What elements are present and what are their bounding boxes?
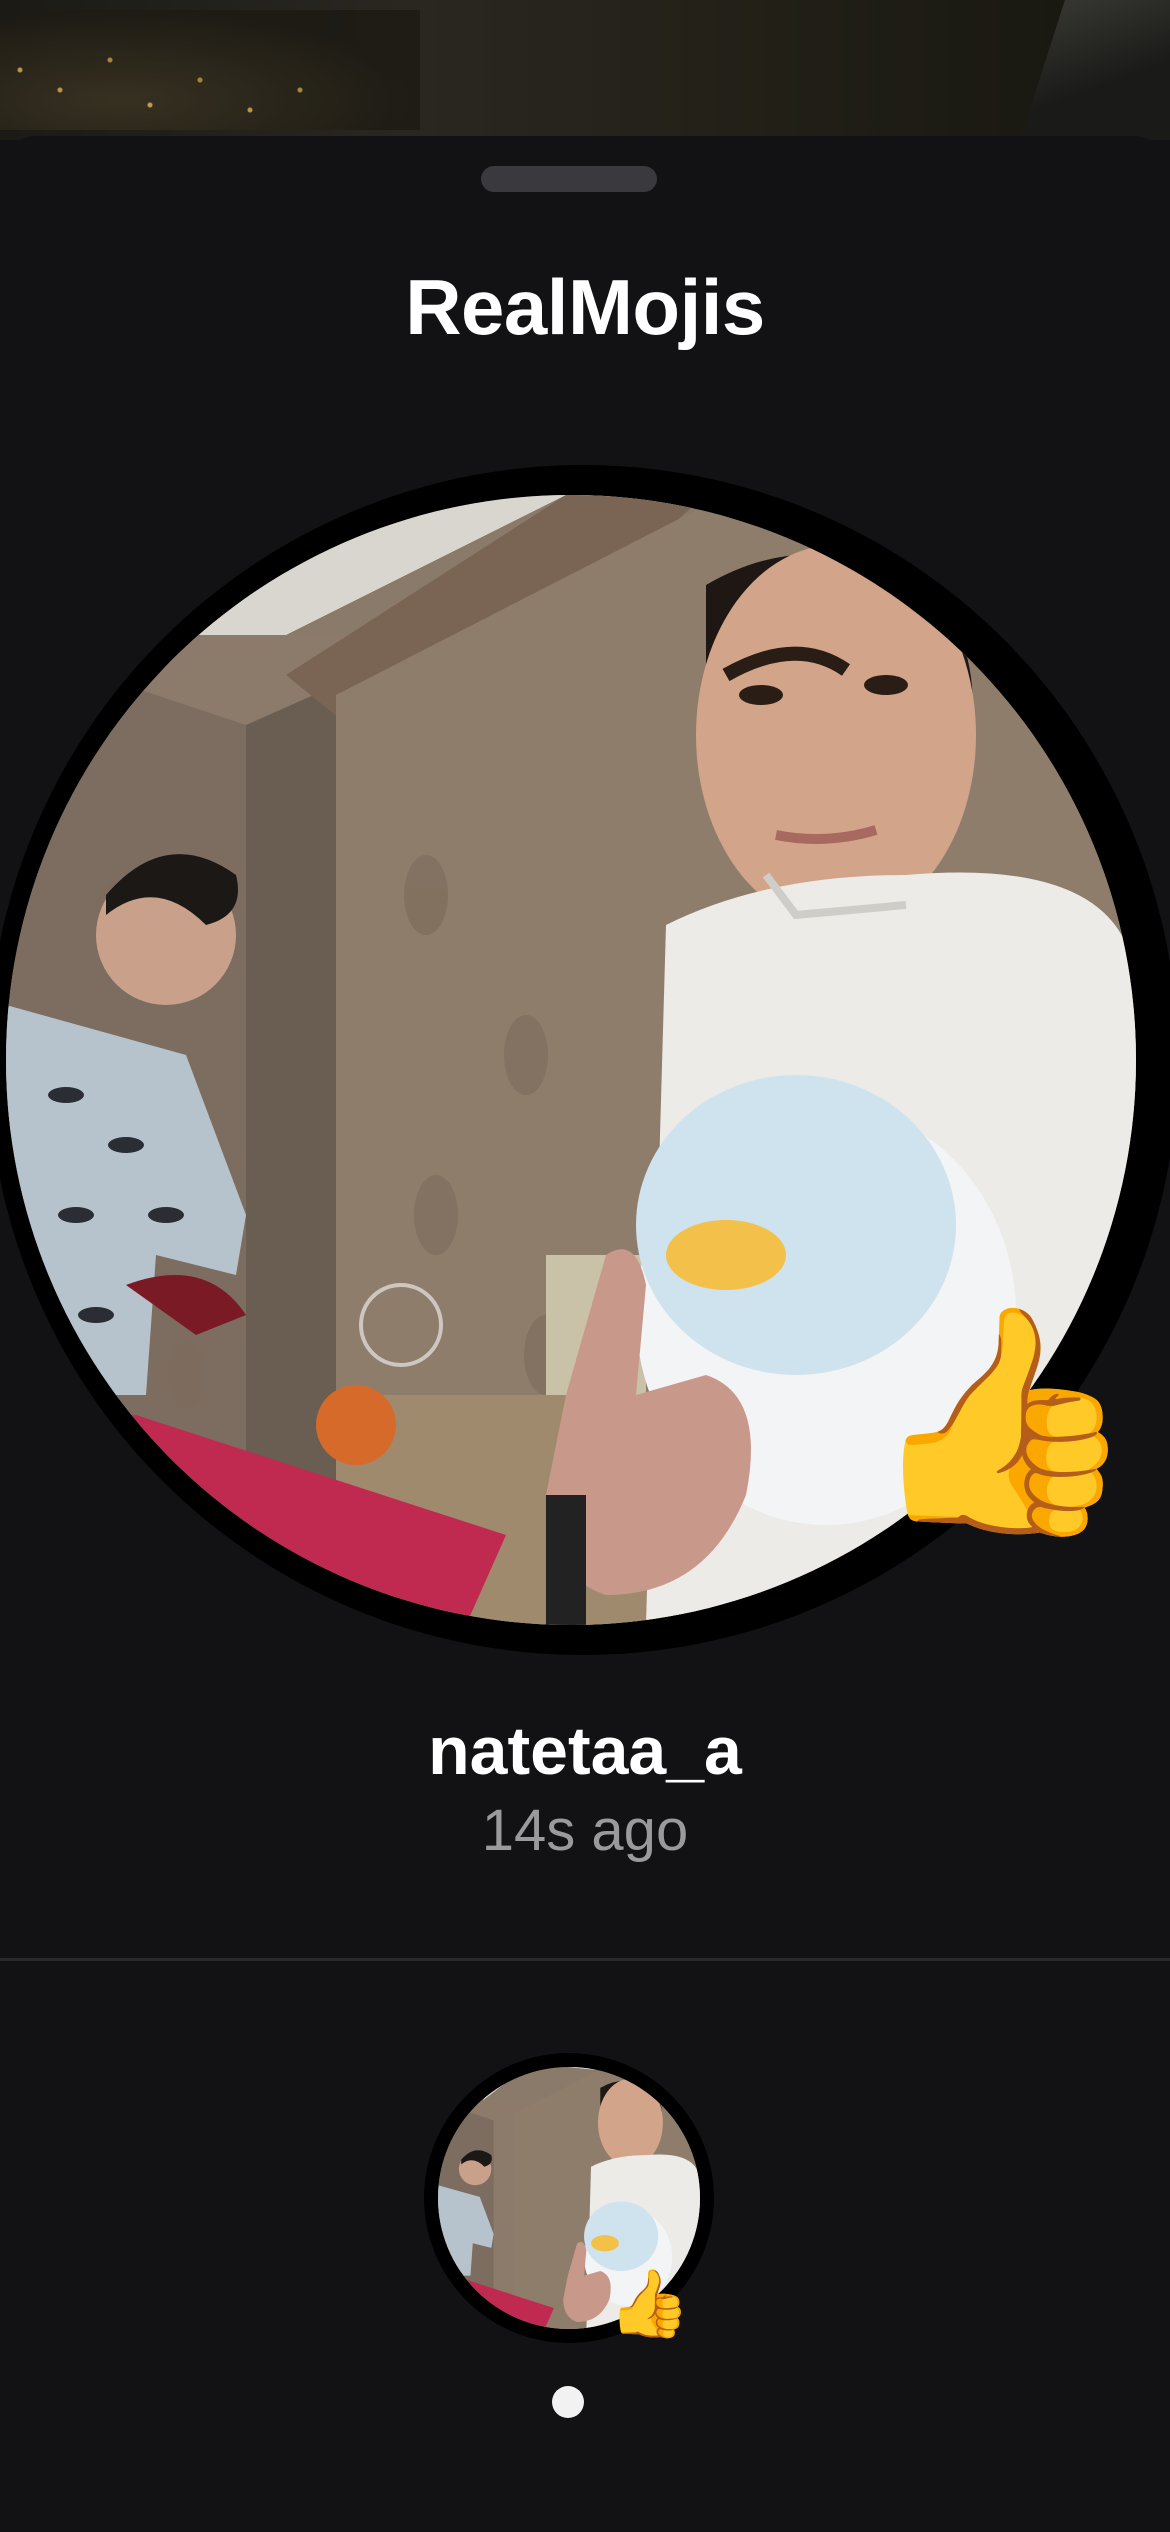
section-divider — [0, 1958, 1170, 1961]
building-background — [1020, 0, 1170, 140]
sheet-grabber-handle[interactable] — [481, 166, 657, 192]
thumbs-up-emoji-icon: 👍 — [865, 1297, 1139, 1543]
reaction-username[interactable]: natetaa_a — [0, 1712, 1170, 1790]
city-lights-background — [0, 10, 420, 130]
thumbnail-thumbs-up-emoji-icon: 👍 — [608, 2266, 691, 2340]
reaction-timestamp: 14s ago — [481, 1798, 689, 1863]
page-indicator-dot — [552, 2386, 584, 2418]
background-photo-strip — [0, 0, 1170, 140]
sheet-title: RealMojis — [405, 263, 765, 351]
